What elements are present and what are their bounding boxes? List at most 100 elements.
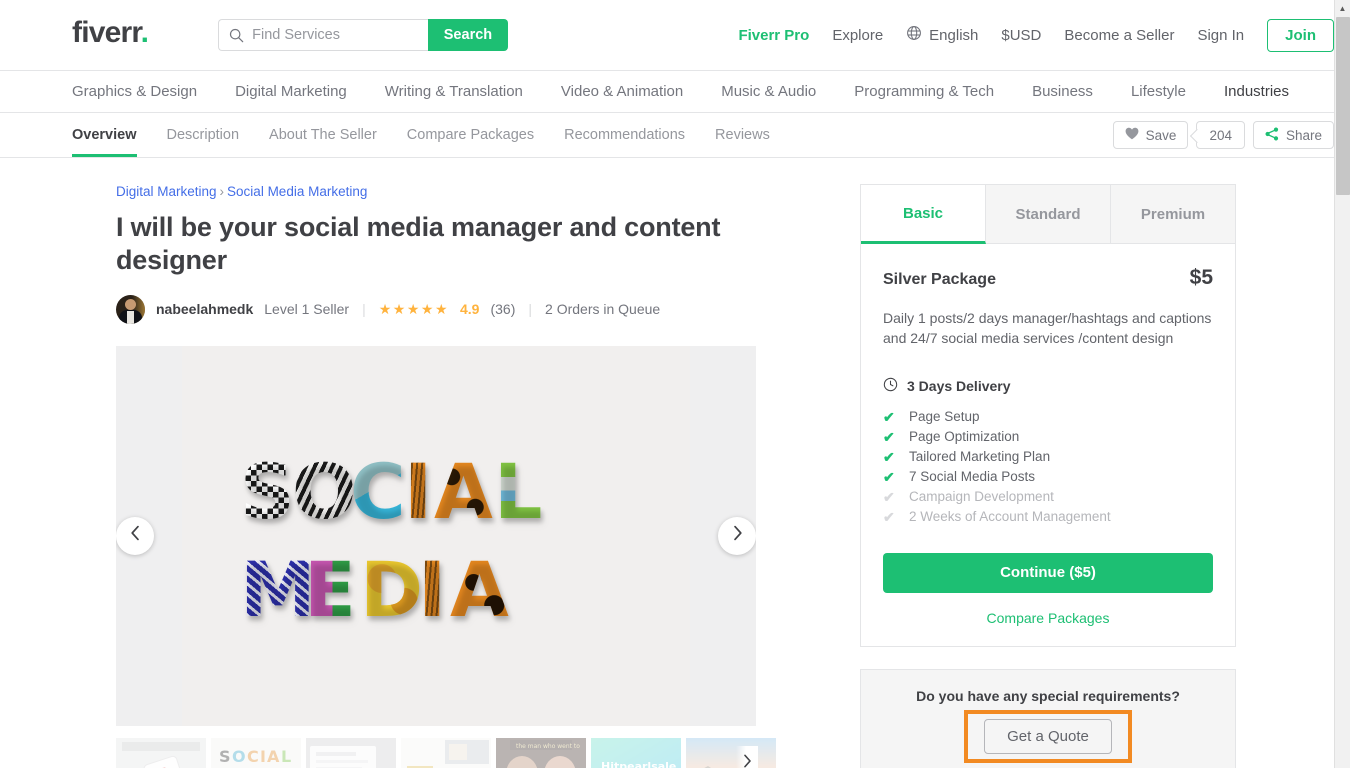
share-label: Share [1285,127,1322,143]
chevron-right-icon [743,754,752,768]
tab-reviews[interactable]: Reviews [715,113,770,157]
thumbnail-veil [211,737,301,768]
thumbnail-analytics-sheet[interactable] [401,737,491,768]
scrollbar-thumb[interactable] [1336,17,1350,195]
header-nav: Fiverr Pro Explore English $USD Become a… [738,18,1334,52]
package-body: Silver Package $5 Daily 1 posts/2 days m… [861,244,1235,646]
feature-label: Page Setup [909,408,980,424]
tab-description[interactable]: Description [167,113,240,157]
save-label: Save [1145,127,1177,143]
check-icon-disabled: ✔ [883,488,895,505]
fiverr-logo[interactable]: fiverr. [72,16,149,49]
search-input[interactable] [252,27,428,43]
category-video-animation[interactable]: Video & Animation [561,83,683,100]
tab-compare-packages[interactable]: Compare Packages [407,113,534,157]
letter-o-row1: O [292,446,357,536]
rating-stars: ★★★★★ [378,300,449,317]
carousel-prev-button[interactable] [116,516,154,555]
category-graphics-design[interactable]: Graphics & Design [72,83,197,100]
check-icon: ✔ [883,468,895,485]
check-icon-disabled: ✔ [883,508,895,525]
feature-account-management: ✔ 2 Weeks of Account Management [883,507,1213,527]
category-industries[interactable]: Industries [1224,83,1289,100]
chevron-left-icon [130,525,141,546]
clock-icon [883,377,898,395]
thumbnail-laptop-screen[interactable] [306,737,396,768]
thumbnail-social-media-letters[interactable]: SOCIALMEDIA [211,737,301,768]
delivery-time: 3 Days Delivery [883,377,1213,395]
feature-label: Tailored Marketing Plan [909,448,1051,464]
scroll-up-arrow-icon[interactable]: ▲ [1335,0,1350,16]
gig-left-column: Digital Marketing › Social Media Marketing… [116,184,776,768]
nav-fiverr-pro[interactable]: Fiverr Pro [738,27,809,44]
page-scrollbar[interactable]: ▲ [1334,0,1350,768]
main-content: Digital Marketing › Social Media Marketing… [0,158,1350,768]
seller-divider-2: | [528,301,533,318]
gallery-thumbnail-strip: SOCIALMEDIA the man who went to Hitpearl… [116,737,776,768]
thumbnail-veil [306,737,396,768]
nav-explore[interactable]: Explore [832,27,883,44]
share-button[interactable]: Share [1252,121,1334,149]
gallery-main-image[interactable]: SOCIALMEDIA [182,345,690,726]
logo-dot: . [140,16,149,49]
category-lifestyle[interactable]: Lifestyle [1131,83,1186,100]
special-requirements-box: Do you have any special requirements? Ge… [860,668,1236,768]
gig-tabs: Overview Description About The Seller Co… [72,113,770,157]
get-a-quote-button[interactable]: Get a Quote [984,718,1112,754]
tab-about-the-seller[interactable]: About The Seller [269,113,377,157]
category-writing-translation[interactable]: Writing & Translation [385,83,523,100]
thumbnails-next-button[interactable] [736,745,758,768]
carousel-next-button[interactable] [718,516,756,555]
category-programming-tech[interactable]: Programming & Tech [854,83,994,100]
compare-packages-link[interactable]: Compare Packages [883,610,1213,626]
avatar-head [125,298,136,310]
feature-label: Campaign Development [909,488,1054,504]
package-card: Basic Standard Premium Silver Package $5… [860,184,1236,647]
delivery-label: 3 Days Delivery [907,377,1011,394]
letter-c-row1: C [350,446,406,536]
feature-tailored-marketing-plan: ✔ Tailored Marketing Plan [883,447,1213,467]
share-icon [1265,127,1279,144]
seller-divider-1: | [362,301,366,318]
category-music-audio[interactable]: Music & Audio [721,83,816,100]
gig-tabs-bar: Overview Description About The Seller Co… [0,113,1350,158]
letter-i-row1: I [404,446,433,536]
letter-e-row2: E [304,544,356,634]
package-tab-basic[interactable]: Basic [861,185,986,244]
tab-recommendations[interactable]: Recommendations [564,113,685,157]
seller-level: Level 1 Seller [264,301,350,318]
thumbnail-veil [686,737,776,768]
special-requirements-title: Do you have any special requirements? [916,687,1180,704]
feature-campaign-development: ✔ Campaign Development [883,487,1213,507]
thumbnail-hitpearlsale[interactable]: Hitpearlsale [591,737,681,768]
logo-text: fiverr [72,16,141,49]
feature-label: 2 Weeks of Account Management [909,508,1111,524]
avatar[interactable] [116,294,145,324]
package-tab-premium[interactable]: Premium [1111,185,1235,244]
seller-info-row: nabeelahmedk Level 1 Seller | ★★★★★ 4.9 … [116,294,758,324]
save-button[interactable]: Save [1112,121,1189,149]
category-business[interactable]: Business [1032,83,1093,100]
thumbnail-couple-photo[interactable]: the man who went to [496,737,586,768]
breadcrumb-social-media-marketing[interactable]: Social Media Marketing [227,184,367,199]
nav-language[interactable]: English [906,25,978,45]
gig-gallery-carousel: SOCIALMEDIA [116,345,756,726]
nav-currency[interactable]: $USD [1001,27,1041,44]
search-button[interactable]: Search [427,19,509,51]
nav-become-a-seller[interactable]: Become a Seller [1064,27,1174,44]
breadcrumb-digital-marketing[interactable]: Digital Marketing [116,184,217,199]
breadcrumb-separator: › [219,184,225,199]
rating-count: (36) [490,301,516,318]
nav-sign-in[interactable]: Sign In [1197,27,1244,44]
category-digital-marketing[interactable]: Digital Marketing [235,83,347,100]
thumbnail-veil [401,737,491,768]
package-header: Silver Package $5 [883,266,1213,290]
join-button[interactable]: Join [1267,18,1334,52]
tab-overview[interactable]: Overview [72,113,137,157]
seller-name[interactable]: nabeelahmedk [156,301,253,317]
package-tab-standard[interactable]: Standard [986,185,1111,244]
continue-button[interactable]: Continue ($5) [883,552,1213,593]
thumbnail-phone-desk[interactable] [116,737,206,768]
search-input-wrap[interactable] [218,19,428,51]
thumbnail-landscape-sky[interactable] [686,737,776,768]
